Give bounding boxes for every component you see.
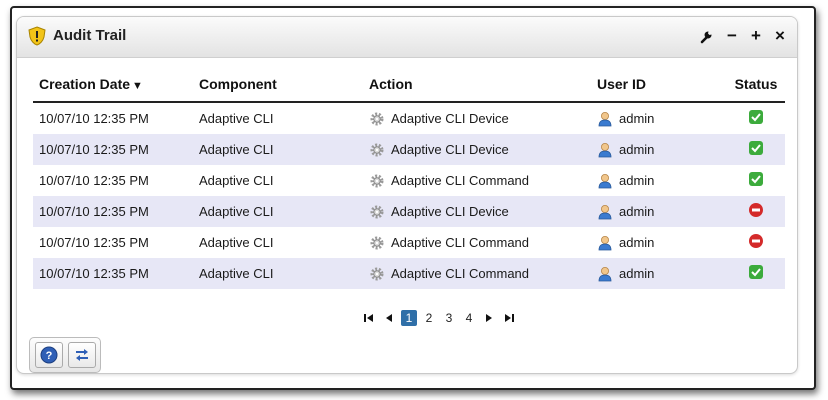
component-cell: Adaptive CLI [199, 111, 274, 126]
column-header-creation-date[interactable]: Creation Date ▼ [33, 67, 193, 103]
sort-descending-icon: ▼ [132, 80, 143, 92]
user-id-cell: admin [591, 258, 727, 289]
check-status-icon [749, 141, 763, 155]
creation-date-cell: 10/07/10 12:35 PM [39, 173, 149, 188]
user-id-cell: admin [591, 196, 727, 227]
status-cell [727, 227, 785, 258]
user-id-cell: admin [591, 165, 727, 196]
action-label: Adaptive CLI Command [391, 265, 530, 281]
help-icon: ? [40, 346, 57, 364]
portlet-titlebar: Audit Trail − + × [17, 17, 797, 58]
audit-table: Creation Date ▼ Component Action User ID … [33, 67, 785, 289]
help-button[interactable]: ? [34, 342, 63, 368]
user-id-label: admin [619, 141, 655, 157]
user-id-label: admin [619, 110, 655, 126]
status-cell [727, 134, 785, 165]
page-number-4[interactable]: 4 [461, 310, 477, 326]
last-page-icon[interactable] [501, 310, 517, 326]
gear-icon [370, 143, 384, 156]
minimize-button[interactable]: − [725, 27, 739, 45]
close-button[interactable]: × [773, 27, 787, 45]
component-cell: Adaptive CLI [193, 196, 363, 227]
gear-icon [370, 267, 384, 280]
action-cell: Adaptive CLI Command [363, 165, 591, 196]
refresh-exchange-button[interactable] [67, 342, 96, 368]
portlet-title: Audit Trail [53, 27, 127, 44]
status-cell [727, 102, 785, 134]
user-id-cell: admin [591, 102, 727, 134]
page-numbers: 1234 [399, 310, 479, 326]
component-cell: Adaptive CLI [193, 134, 363, 165]
user-id-label: admin [619, 172, 655, 188]
column-header-status[interactable]: Status [727, 67, 785, 103]
column-header-user-id[interactable]: User ID [591, 67, 727, 103]
component-cell: Adaptive CLI [199, 235, 274, 250]
table-row[interactable]: 10/07/10 12:35 PM Adaptive CLI Adaptive CL… [33, 165, 785, 196]
action-label: Adaptive CLI Device [391, 110, 509, 126]
action-cell: Adaptive CLI Command [363, 258, 591, 289]
creation-date-cell: 10/07/10 12:35 PM [33, 196, 193, 227]
page-number-2[interactable]: 2 [421, 310, 437, 326]
table-row[interactable]: 10/07/10 12:35 PM Adaptive CLI Adaptive CL… [33, 227, 785, 258]
creation-date-cell: 10/07/10 12:35 PM [39, 111, 149, 126]
check-status-icon [749, 172, 763, 186]
component-cell: Adaptive CLI [199, 173, 274, 188]
action-cell: Adaptive CLI Command [363, 227, 591, 258]
user-icon [598, 142, 612, 157]
pagination: 1234 [359, 310, 519, 326]
status-cell [727, 258, 785, 289]
first-page-icon[interactable] [361, 310, 377, 326]
error-status-icon [749, 234, 763, 248]
previous-page-icon[interactable] [381, 310, 397, 326]
column-header-component[interactable]: Component [193, 67, 363, 103]
action-cell: Adaptive CLI Device [363, 134, 591, 165]
column-header-action[interactable]: Action [363, 67, 591, 103]
action-cell: Adaptive CLI Device [363, 196, 591, 227]
table-row[interactable]: 10/07/10 12:35 PM Adaptive CLI Adaptive CL… [33, 102, 785, 134]
user-id-label: admin [619, 234, 655, 250]
status-cell [727, 196, 785, 227]
exchange-arrows-icon [75, 349, 88, 361]
portlet-toolbar: ? [29, 337, 101, 373]
user-id-cell: admin [591, 227, 727, 258]
page-number-1[interactable]: 1 [401, 310, 417, 326]
user-id-label: admin [619, 265, 655, 281]
user-icon [598, 173, 612, 188]
table-row[interactable]: 10/07/10 12:35 PM Adaptive CLI Adaptive CL… [33, 134, 785, 165]
action-label: Adaptive CLI Command [391, 234, 530, 250]
creation-date-cell: 10/07/10 12:35 PM [39, 235, 149, 250]
user-icon [598, 111, 612, 126]
component-cell: Adaptive CLI [193, 258, 363, 289]
action-label: Adaptive CLI Command [391, 172, 530, 188]
table-row[interactable]: 10/07/10 12:35 PM Adaptive CLI Adaptive CL… [33, 196, 785, 227]
svg-text:?: ? [45, 350, 52, 362]
action-label: Adaptive CLI Device [391, 203, 509, 219]
user-icon [598, 204, 612, 219]
status-cell [727, 165, 785, 196]
portlet-actions: − + × [699, 27, 787, 45]
table-row[interactable]: 10/07/10 12:35 PM Adaptive CLI Adaptive CL… [33, 258, 785, 289]
warning-shield-icon [28, 26, 46, 46]
gear-icon [370, 205, 384, 218]
creation-date-cell: 10/07/10 12:35 PM [33, 134, 193, 165]
user-icon [598, 266, 612, 281]
wrench-icon[interactable] [699, 28, 715, 44]
page-number-3[interactable]: 3 [441, 310, 457, 326]
gear-icon [370, 174, 384, 187]
action-label: Adaptive CLI Device [391, 141, 509, 157]
creation-date-cell: 10/07/10 12:35 PM [33, 258, 193, 289]
check-status-icon [749, 265, 763, 279]
action-cell: Adaptive CLI Device [363, 102, 591, 134]
error-status-icon [749, 203, 763, 217]
next-page-icon[interactable] [481, 310, 497, 326]
gear-icon [370, 112, 384, 125]
gear-icon [370, 236, 384, 249]
audit-trail-portlet: Audit Trail − + × Creation Date ▼ Compone… [16, 16, 798, 374]
user-icon [598, 235, 612, 250]
maximize-button[interactable]: + [749, 27, 763, 45]
user-id-cell: admin [591, 134, 727, 165]
table-header-row: Creation Date ▼ Component Action User ID … [33, 67, 785, 103]
user-id-label: admin [619, 203, 655, 219]
check-status-icon [749, 110, 763, 124]
